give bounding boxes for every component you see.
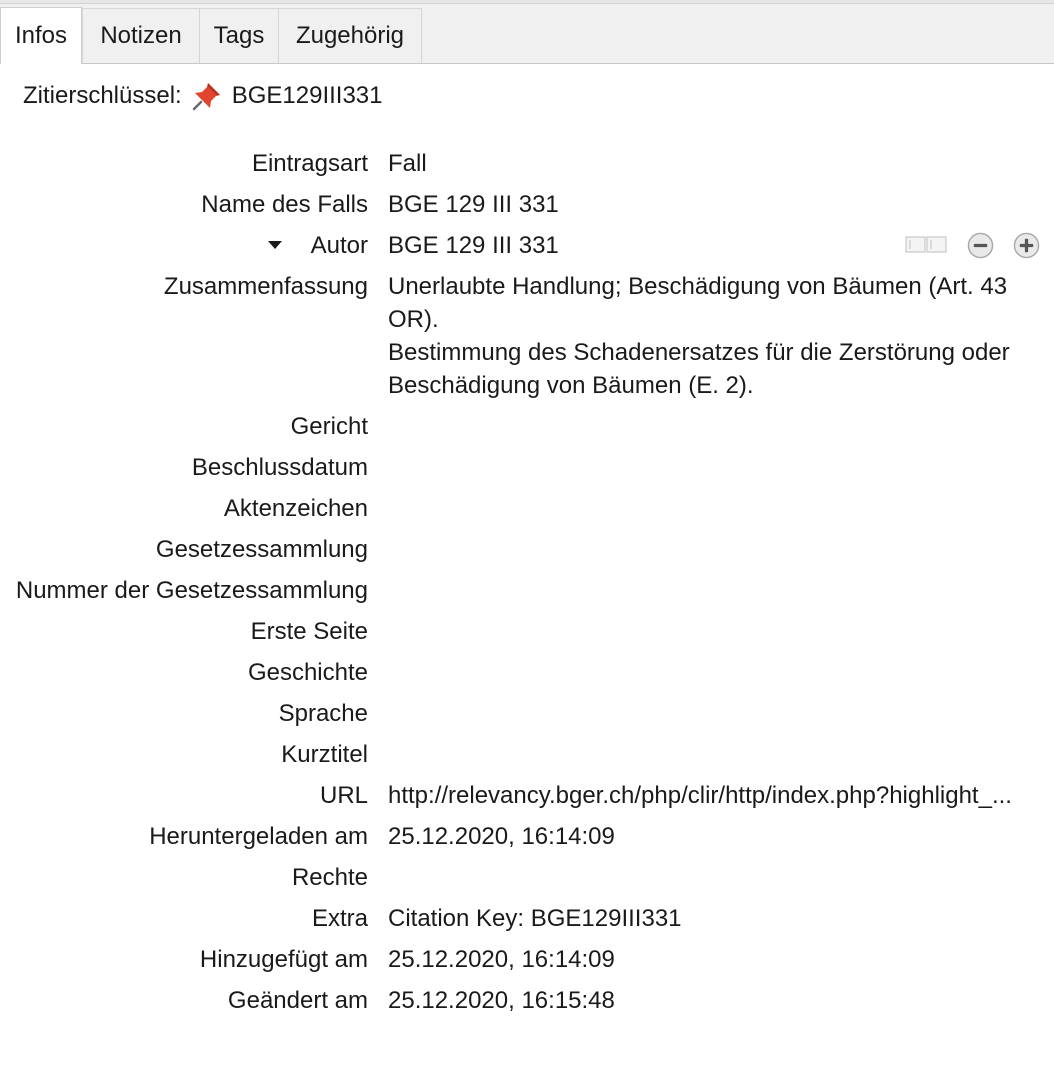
field-label-history: Geschichte bbox=[247, 659, 368, 686]
field-label-date-decided: Beschlussdatum bbox=[191, 454, 368, 481]
field-label-url[interactable]: URL bbox=[320, 779, 368, 812]
field-label-first-page: Erste Seite bbox=[250, 618, 368, 645]
field-label-date-added: Hinzugefügt am bbox=[199, 946, 368, 973]
citation-key-value[interactable]: BGE129III331 bbox=[232, 82, 383, 110]
accessed-value[interactable]: 25.12.2020, 16:14:09 bbox=[388, 820, 1008, 853]
field-label-rights: Rechte bbox=[291, 864, 368, 891]
minus-circle-icon[interactable] bbox=[967, 232, 994, 259]
field-label-docket: Aktenzeichen bbox=[223, 495, 368, 522]
field-label-abstract: Zusammenfassung bbox=[163, 273, 368, 300]
field-label-reporter: Gesetzessammlung bbox=[155, 536, 368, 563]
abstract-value[interactable]: Unerlaubte Handlung; Beschädigung von Bä… bbox=[388, 270, 1018, 402]
field-label-language: Sprache bbox=[278, 700, 368, 727]
extra-value[interactable]: Citation Key: BGE129III331 bbox=[388, 902, 1008, 935]
tab-notizen[interactable]: Notizen bbox=[82, 8, 200, 63]
case-name-value[interactable]: BGE 129 III 331 bbox=[388, 188, 1008, 221]
field-label-item-type: Eintragsart bbox=[251, 150, 368, 177]
tab-tags[interactable]: Tags bbox=[199, 8, 279, 63]
tab-bar: Infos Notizen Tags Zugehörig bbox=[0, 4, 1054, 64]
date-added-value: 25.12.2020, 16:14:09 bbox=[388, 946, 615, 973]
field-label-date-modified: Geändert am bbox=[227, 987, 368, 1014]
tab-zugehoerig[interactable]: Zugehörig bbox=[278, 8, 422, 63]
field-label-case-name: Name des Falls bbox=[201, 191, 368, 218]
field-label-accessed: Heruntergeladen am bbox=[149, 823, 368, 850]
tab-infos[interactable]: Infos bbox=[0, 7, 82, 64]
field-row-author: Autor BGE 129 III 331 bbox=[0, 229, 1054, 262]
field-label-extra: Extra bbox=[311, 905, 368, 932]
plus-circle-icon[interactable] bbox=[1013, 232, 1040, 259]
url-value[interactable]: http://relevancy.bger.ch/php/clir/http/i… bbox=[388, 779, 1032, 812]
field-label-short-title: Kurztitel bbox=[281, 741, 368, 768]
pushpin-icon bbox=[192, 83, 220, 111]
triangle-down-icon[interactable] bbox=[268, 241, 282, 249]
field-label-reporter-volume: Nummer der Gesetzessammlung bbox=[15, 577, 368, 604]
field-label-author[interactable]: Autor bbox=[311, 229, 368, 262]
citation-key-row: Zitierschlüssel: BGE129III331 bbox=[23, 80, 383, 112]
field-label-court: Gericht bbox=[290, 413, 368, 440]
date-modified-value: 25.12.2020, 16:15:48 bbox=[388, 987, 615, 1014]
author-value[interactable]: BGE 129 III 331 bbox=[388, 229, 888, 262]
swap-name-format-icon[interactable] bbox=[905, 235, 947, 255]
citation-key-label: Zitierschlüssel: bbox=[23, 82, 182, 109]
item-type-value[interactable]: Fall bbox=[388, 147, 1008, 180]
